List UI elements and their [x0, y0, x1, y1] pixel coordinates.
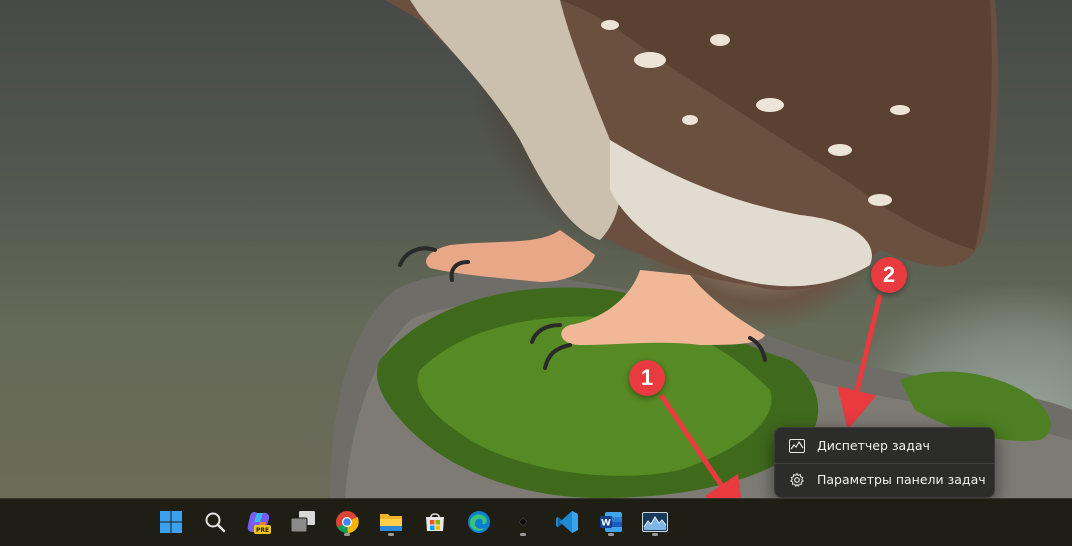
search-icon[interactable] — [198, 505, 232, 539]
vscode-icon[interactable] — [550, 505, 584, 539]
windows-start-icon[interactable] — [154, 505, 188, 539]
file-explorer-icon[interactable] — [374, 505, 408, 539]
edge-icon[interactable] — [462, 505, 496, 539]
menu-item-task-manager[interactable]: Диспетчер задач — [779, 430, 990, 461]
annotation-badge-2: 2 — [871, 257, 907, 293]
copilot-pre-badge: PRE — [256, 527, 269, 534]
task-view-icon[interactable] — [286, 505, 320, 539]
taskbar[interactable]: PRE W — [0, 498, 1072, 546]
running-indicator — [652, 533, 658, 536]
taskbar-context-menu: Диспетчер задач Параметры панели задач — [774, 427, 995, 498]
copilot-pre-icon[interactable]: PRE — [242, 505, 276, 539]
task-manager-icon — [789, 438, 805, 454]
running-indicator — [608, 533, 614, 536]
word-letter: W — [601, 519, 611, 529]
running-indicator — [344, 533, 350, 536]
task-manager-icon[interactable] — [638, 505, 672, 539]
word-icon[interactable]: W — [594, 505, 628, 539]
running-indicator — [388, 533, 394, 536]
annotation-badge-1: 1 — [629, 360, 665, 396]
chrome-icon[interactable] — [330, 505, 364, 539]
running-indicator — [520, 533, 526, 536]
small-app-icon[interactable] — [506, 505, 540, 539]
gear-icon — [789, 472, 805, 488]
menu-item-taskbar-settings-label: Параметры панели задач — [817, 472, 986, 487]
menu-item-task-manager-label: Диспетчер задач — [817, 438, 930, 453]
menu-item-taskbar-settings[interactable]: Параметры панели задач — [779, 464, 990, 495]
microsoft-store-icon[interactable] — [418, 505, 452, 539]
